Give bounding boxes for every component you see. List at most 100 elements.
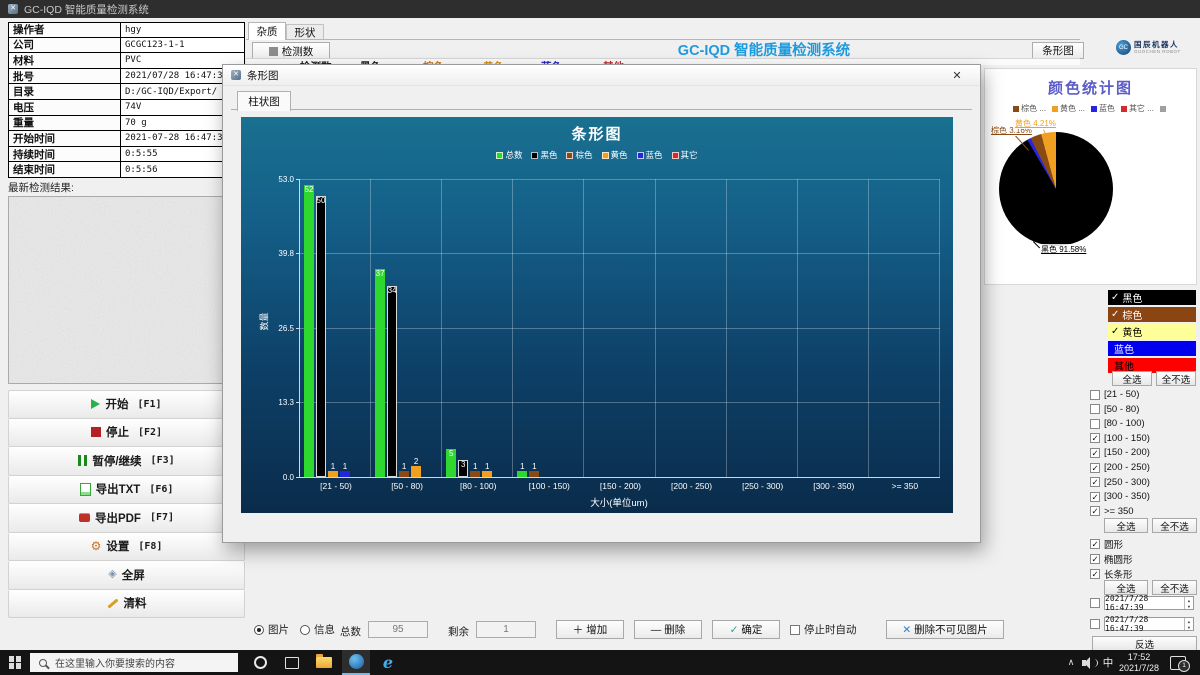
header-title: GC-IQD 智能质量检测系统: [624, 39, 904, 57]
size-checkbox[interactable]: [1090, 390, 1100, 400]
action-button[interactable]: 开始[F1]: [8, 390, 245, 419]
search-input[interactable]: 在这里输入你要搜索的内容: [30, 653, 238, 672]
ime-indicator[interactable]: 中: [1100, 650, 1116, 675]
pie-legend-item: 棕色 ...: [1013, 103, 1046, 114]
action-button[interactable]: 暂停/继续[F3]: [8, 447, 245, 476]
legend-label: 总数: [505, 149, 522, 161]
tab-shape[interactable]: 形状: [286, 24, 324, 40]
color-filter-row[interactable]: 蓝色: [1108, 341, 1196, 356]
action-button[interactable]: ◈全屏: [8, 561, 245, 590]
y-tick-label: 53.0: [254, 175, 294, 184]
size-checkbox[interactable]: ✓: [1090, 506, 1100, 516]
size-filter-row[interactable]: ✓[150 - 200): [1090, 446, 1150, 459]
shape-checkbox[interactable]: ✓: [1090, 539, 1100, 549]
shape-select-all-button[interactable]: 全选: [1104, 580, 1148, 595]
size-filter-row[interactable]: ✓[200 - 250): [1090, 461, 1150, 474]
size-checkbox[interactable]: [1090, 419, 1100, 429]
size-checkbox[interactable]: ✓: [1090, 477, 1100, 487]
start-button[interactable]: [0, 650, 30, 675]
color-select-all-button[interactable]: 全选: [1112, 371, 1152, 386]
spinner-buttons[interactable]: ▲▼: [1184, 618, 1193, 630]
size-filter-row[interactable]: ✓>= 350: [1090, 505, 1134, 518]
auto-stop-checkbox[interactable]: [790, 625, 800, 635]
color-filter-row[interactable]: ✓黑色: [1108, 290, 1196, 305]
size-checkbox[interactable]: ✓: [1090, 463, 1100, 473]
tab-impurity[interactable]: 杂质: [248, 22, 286, 40]
size-checkbox[interactable]: ✓: [1090, 448, 1100, 458]
add-button[interactable]: ＋增加: [556, 620, 624, 639]
size-filter-row[interactable]: [50 - 80): [1090, 403, 1139, 416]
legend-item: 黄色: [602, 149, 628, 161]
datetime-filter-row[interactable]: 2021/7/28 16:47:39▲▼: [1090, 596, 1194, 610]
confirm-button[interactable]: ✓确定: [712, 620, 780, 639]
color-select-none-button[interactable]: 全不选: [1156, 371, 1196, 386]
notification-button[interactable]: 1: [1164, 650, 1192, 675]
shape-filter-row[interactable]: ✓椭圆形: [1090, 552, 1133, 565]
size-filter-row[interactable]: ✓[250 - 300): [1090, 476, 1150, 489]
info-radio[interactable]: [300, 625, 310, 635]
gciqd-app-button[interactable]: [342, 650, 370, 675]
notification-icon: 1: [1170, 656, 1186, 670]
tab-histogram[interactable]: 柱状图: [237, 91, 291, 111]
size-filter-label: [300 - 350): [1104, 491, 1150, 502]
delete-button[interactable]: —删除: [634, 620, 702, 639]
size-checkbox[interactable]: [1090, 404, 1100, 414]
y-tick-mark: [296, 402, 300, 403]
action-button[interactable]: 停止[F2]: [8, 419, 245, 448]
action-button[interactable]: ⚙设置[F8]: [8, 533, 245, 562]
radio-image-group[interactable]: 图片: [254, 622, 289, 637]
remain-input[interactable]: 1: [476, 621, 536, 638]
radio-info-group[interactable]: 信息: [300, 622, 335, 637]
shape-select-none-button[interactable]: 全不选: [1152, 580, 1197, 595]
dialog-titlebar[interactable]: ✕ 条形图 ✕: [223, 65, 980, 86]
tray-expand-button[interactable]: ∧: [1062, 650, 1080, 675]
bar: [482, 471, 492, 477]
clock[interactable]: 17:52 2021/7/28: [1116, 650, 1162, 675]
shape-checkbox[interactable]: ✓: [1090, 569, 1100, 579]
size-filter-row[interactable]: ✓ [300 - 350): [1090, 490, 1150, 503]
color-filter-row[interactable]: ✓棕色: [1108, 307, 1196, 322]
field-label: 重量: [9, 116, 121, 131]
color-filter-row[interactable]: ✓黄色: [1108, 324, 1196, 339]
field-label: 结束时间: [9, 162, 121, 177]
action-button[interactable]: 清料: [8, 590, 245, 619]
file-explorer-button[interactable]: [310, 650, 338, 675]
total-input[interactable]: 95: [368, 621, 428, 638]
task-view-button[interactable]: [278, 650, 306, 675]
datetime-checkbox[interactable]: [1090, 619, 1100, 629]
clock-time: 17:52: [1128, 652, 1151, 663]
dialog-close-button[interactable]: ✕: [942, 69, 972, 82]
image-radio[interactable]: [254, 625, 264, 635]
dialog-title: 条形图: [247, 68, 279, 83]
gridline-v: [370, 179, 371, 477]
bar: [328, 471, 338, 477]
size-filter-row[interactable]: [21 - 50): [1090, 388, 1139, 401]
delete-invisible-button[interactable]: ✕ 删除不可见图片: [886, 620, 1004, 639]
size-select-none-button[interactable]: 全不选: [1152, 518, 1197, 533]
spinner-buttons[interactable]: ▲▼: [1184, 597, 1193, 609]
datetime-input[interactable]: 2021/7/28 16:47:39▲▼: [1104, 596, 1194, 610]
datetime-filter-row[interactable]: 2021/7/28 16:47:39▲▼: [1090, 617, 1194, 631]
barchart-button[interactable]: 条形图: [1032, 42, 1084, 59]
ie-button[interactable]: e: [374, 650, 402, 675]
invert-selection-button[interactable]: 反选: [1092, 636, 1197, 651]
legend-swatch: [496, 152, 503, 159]
size-select-all-button[interactable]: 全选: [1104, 518, 1148, 533]
shape-checkbox[interactable]: ✓: [1090, 554, 1100, 564]
cortana-button[interactable]: [246, 650, 274, 675]
shape-filter-row[interactable]: ✓长条形: [1090, 567, 1133, 580]
x-tick-label: [50 - 80): [371, 481, 443, 491]
size-filter-row[interactable]: [80 - 100): [1090, 417, 1145, 430]
shape-filter-row[interactable]: ✓圆形: [1090, 537, 1123, 550]
size-checkbox[interactable]: ✓: [1090, 433, 1100, 443]
size-filter-row[interactable]: ✓[100 - 150): [1090, 432, 1150, 445]
volume-button[interactable]: [1080, 650, 1100, 675]
action-button[interactable]: 导出TXT[F6]: [8, 476, 245, 505]
window-titlebar[interactable]: ✕ GC-IQD 智能质量检测系统: [0, 0, 1200, 18]
auto-stop-group[interactable]: 停止时自动: [790, 622, 857, 637]
datetime-input[interactable]: 2021/7/28 16:47:39▲▼: [1104, 617, 1194, 631]
size-checkbox[interactable]: ✓: [1090, 492, 1100, 502]
action-button[interactable]: 导出PDF[F7]: [8, 504, 245, 533]
pie-legend-item: 蓝色: [1091, 103, 1115, 114]
datetime-checkbox[interactable]: [1090, 598, 1100, 608]
